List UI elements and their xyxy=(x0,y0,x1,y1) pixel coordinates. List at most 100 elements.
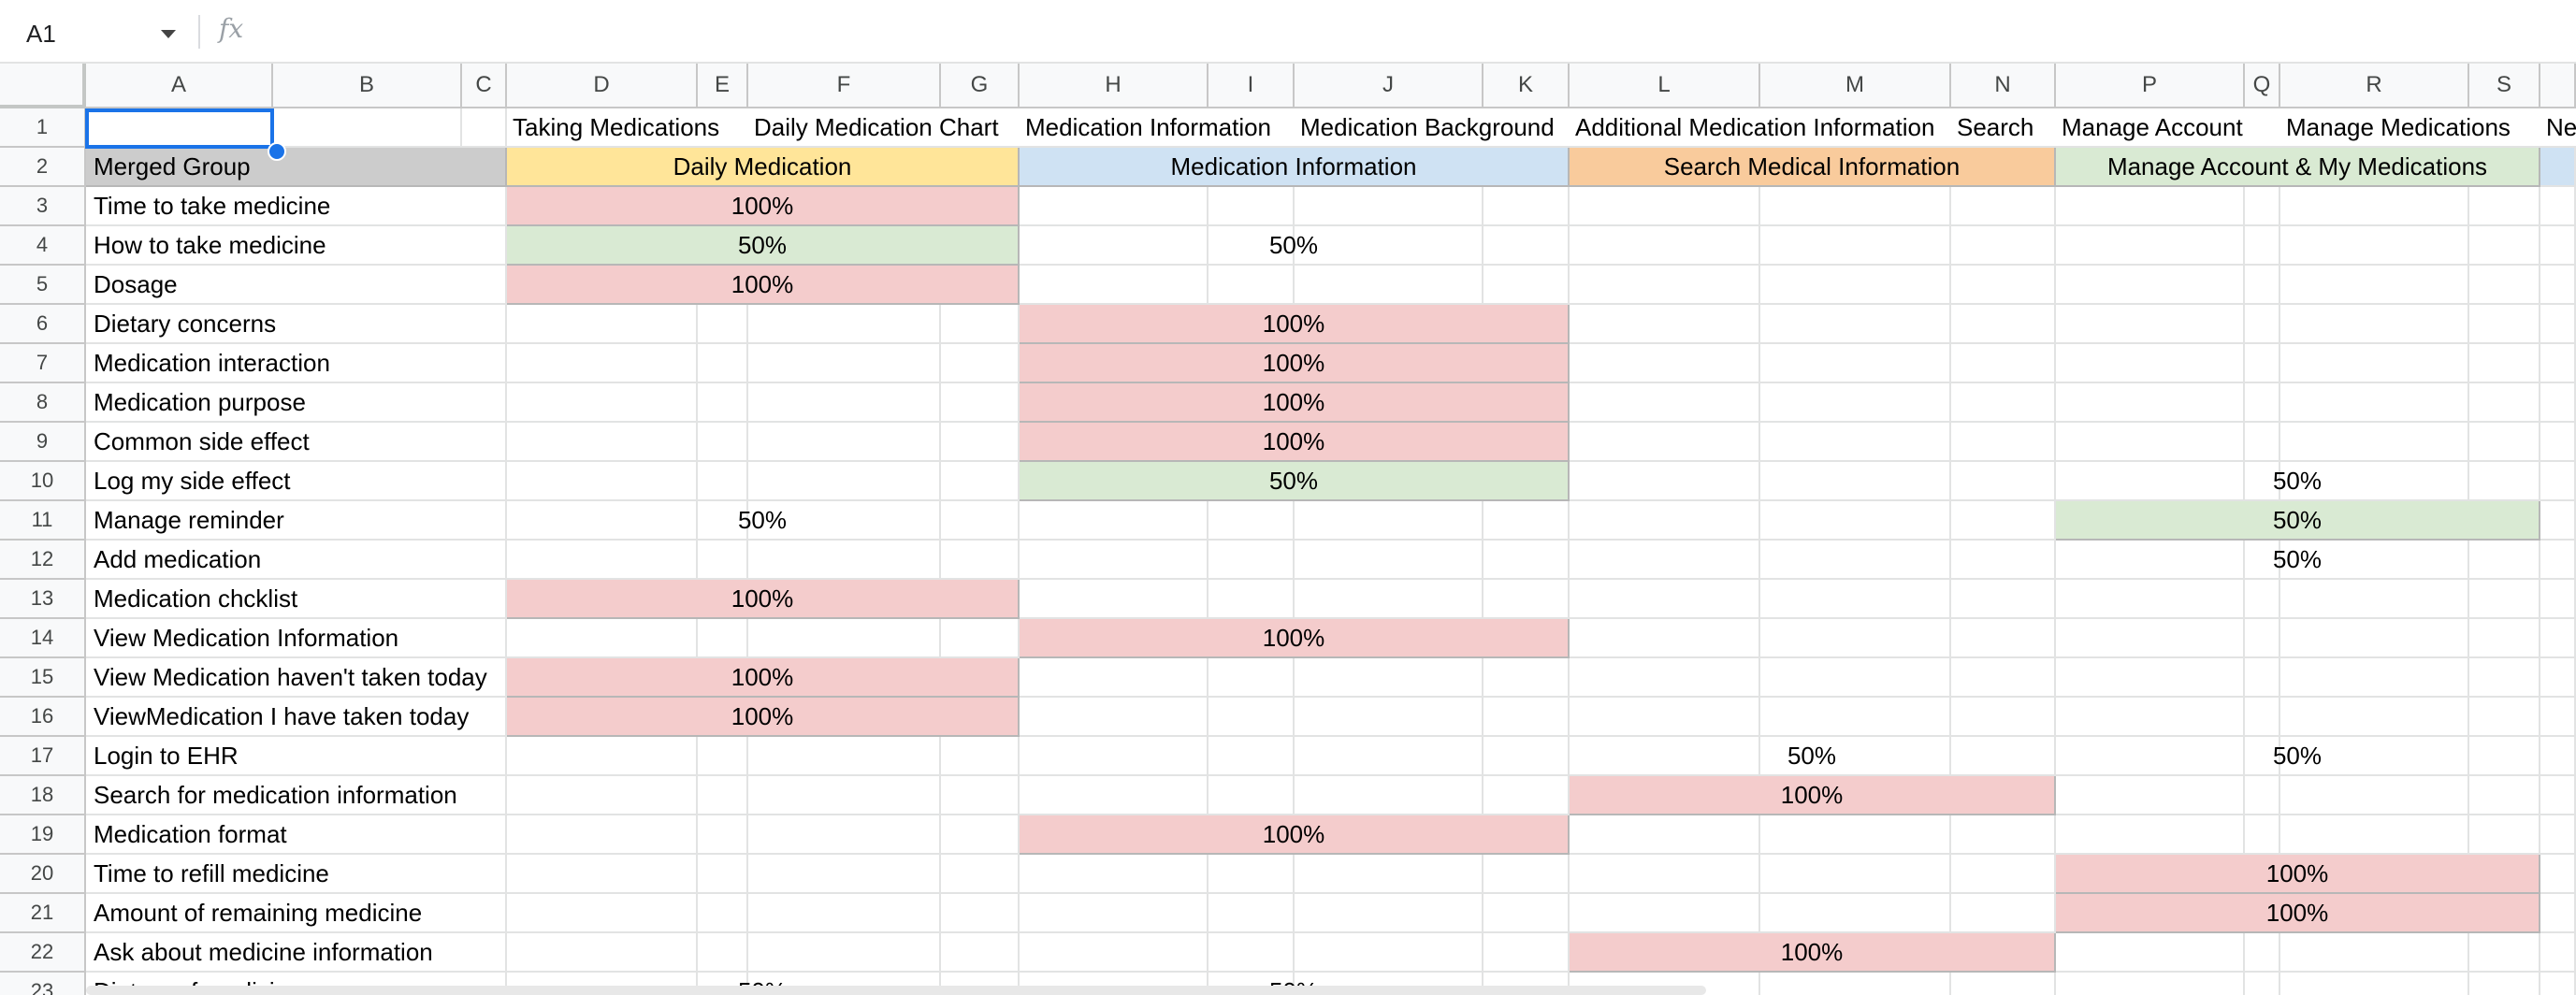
grid-cell[interactable] xyxy=(2469,698,2540,737)
header-label-l[interactable]: Additional Medication Information xyxy=(1570,108,1951,148)
grid-cell[interactable] xyxy=(1483,266,1570,305)
grid-cell[interactable] xyxy=(2056,776,2245,815)
grid-cell[interactable] xyxy=(1295,541,1483,580)
row-label[interactable]: View Medication haven't taken today xyxy=(86,658,507,698)
row-label[interactable]: Medication format xyxy=(86,815,507,855)
grid-cell[interactable] xyxy=(1570,501,1760,541)
grid-cell[interactable] xyxy=(1020,187,1208,226)
grid-cell[interactable] xyxy=(2056,580,2245,619)
row-label[interactable]: ViewMedication I have taken today xyxy=(86,698,507,737)
grid-cell[interactable] xyxy=(1295,658,1483,698)
grid-cell[interactable] xyxy=(2280,383,2469,423)
row-header-12[interactable]: 12 xyxy=(0,541,86,580)
grid-cell[interactable] xyxy=(1760,423,1951,462)
grid-cell[interactable] xyxy=(1208,187,1295,226)
column-header-c[interactable]: C xyxy=(462,64,507,108)
grid-cell[interactable] xyxy=(507,776,698,815)
grid-cell[interactable] xyxy=(1951,423,2056,462)
grid-cell[interactable] xyxy=(2245,973,2280,995)
row-header-6[interactable]: 6 xyxy=(0,305,86,344)
grid-cell[interactable] xyxy=(748,423,941,462)
manage-coverage-cell[interactable]: 50% xyxy=(2056,501,2540,541)
grid-cell[interactable] xyxy=(941,855,1020,894)
column-header-l[interactable]: L xyxy=(1570,64,1760,108)
grid-cell[interactable] xyxy=(748,815,941,855)
grid-cell[interactable] xyxy=(2469,187,2540,226)
column-header-h[interactable]: H xyxy=(1020,64,1208,108)
grid-cell[interactable] xyxy=(507,462,698,501)
grid-cell[interactable] xyxy=(1483,855,1570,894)
grid-cell[interactable] xyxy=(2245,619,2280,658)
row-header-5[interactable]: 5 xyxy=(0,266,86,305)
grid-cell[interactable] xyxy=(1760,187,1951,226)
grid-cell[interactable] xyxy=(1760,462,1951,501)
header-label-p[interactable]: Manage Account xyxy=(2056,108,2280,148)
grid-cell[interactable] xyxy=(1760,619,1951,658)
column-header-r[interactable]: R xyxy=(2280,64,2469,108)
grid-cell[interactable] xyxy=(1951,501,2056,541)
row-label[interactable]: Dosage xyxy=(86,266,507,305)
grid-cell[interactable] xyxy=(2280,815,2469,855)
grid-cell[interactable] xyxy=(2056,619,2245,658)
grid-cell[interactable] xyxy=(1570,658,1760,698)
grid-cell[interactable] xyxy=(1951,383,2056,423)
daily-coverage-cell[interactable]: 100% xyxy=(507,580,1020,619)
grid-cell[interactable] xyxy=(2280,580,2469,619)
grid-cell[interactable] xyxy=(2540,423,2576,462)
grid-cell[interactable] xyxy=(941,933,1020,973)
grid-cell[interactable] xyxy=(748,894,941,933)
grid-cell[interactable] xyxy=(748,462,941,501)
grid-cell[interactable] xyxy=(2540,462,2576,501)
grid-cell[interactable] xyxy=(1020,580,1208,619)
grid-cell[interactable] xyxy=(748,855,941,894)
grid-cell[interactable] xyxy=(2056,423,2245,462)
grid-cell[interactable] xyxy=(748,933,941,973)
grid-cell[interactable] xyxy=(1570,344,1760,383)
grid-cell[interactable] xyxy=(2280,305,2469,344)
header-label-h[interactable]: Medication Information xyxy=(1020,108,1295,148)
grid-cell[interactable] xyxy=(1760,226,1951,266)
grid-cell[interactable] xyxy=(1208,501,1295,541)
grid-cell[interactable] xyxy=(2280,619,2469,658)
column-header-j[interactable]: J xyxy=(1295,64,1483,108)
grid-cell[interactable] xyxy=(941,894,1020,933)
grid-cell[interactable] xyxy=(1951,698,2056,737)
grid-cell[interactable] xyxy=(2280,226,2469,266)
grid-cell[interactable] xyxy=(748,541,941,580)
grid-cell[interactable] xyxy=(1570,383,1760,423)
formula-input[interactable] xyxy=(271,13,2554,50)
grid-cell[interactable] xyxy=(1295,894,1483,933)
grid-cell[interactable] xyxy=(1760,855,1951,894)
grid-cell[interactable] xyxy=(1295,737,1483,776)
grid-cell[interactable] xyxy=(2245,580,2280,619)
column-header-k[interactable]: K xyxy=(1483,64,1570,108)
grid-cell[interactable] xyxy=(941,619,1020,658)
grid-cell[interactable] xyxy=(748,344,941,383)
grid-cell[interactable] xyxy=(2540,619,2576,658)
grid-cell[interactable] xyxy=(698,462,748,501)
row-label[interactable]: Medication chcklist xyxy=(86,580,507,619)
grid-cell[interactable] xyxy=(1570,698,1760,737)
daily-coverage-cell[interactable]: 100% xyxy=(507,187,1020,226)
grid-cell[interactable] xyxy=(1570,462,1760,501)
grid-cell[interactable] xyxy=(941,462,1020,501)
grid-cell[interactable] xyxy=(2245,305,2280,344)
row-header-20[interactable]: 20 xyxy=(0,855,86,894)
row-header-9[interactable]: 9 xyxy=(0,423,86,462)
column-header-partial[interactable] xyxy=(2540,64,2576,108)
grid-cell[interactable] xyxy=(1208,737,1295,776)
grid-cell[interactable] xyxy=(2280,698,2469,737)
grid-cell[interactable] xyxy=(698,423,748,462)
grid-cell[interactable] xyxy=(2540,580,2576,619)
grid-cell[interactable] xyxy=(1020,541,1208,580)
grid-cell[interactable] xyxy=(1020,698,1208,737)
row-header-4[interactable]: 4 xyxy=(0,226,86,266)
grid-cell[interactable] xyxy=(1020,658,1208,698)
row-label[interactable]: View Medication Information xyxy=(86,619,507,658)
manage-coverage-cell[interactable]: 100% xyxy=(2056,855,2540,894)
manage-coverage-cell[interactable]: 100% xyxy=(2056,894,2540,933)
grid-cell[interactable] xyxy=(1951,462,2056,501)
grid-cell[interactable] xyxy=(2540,187,2576,226)
grid-cell[interactable] xyxy=(1760,815,1951,855)
grid-cell[interactable] xyxy=(698,855,748,894)
